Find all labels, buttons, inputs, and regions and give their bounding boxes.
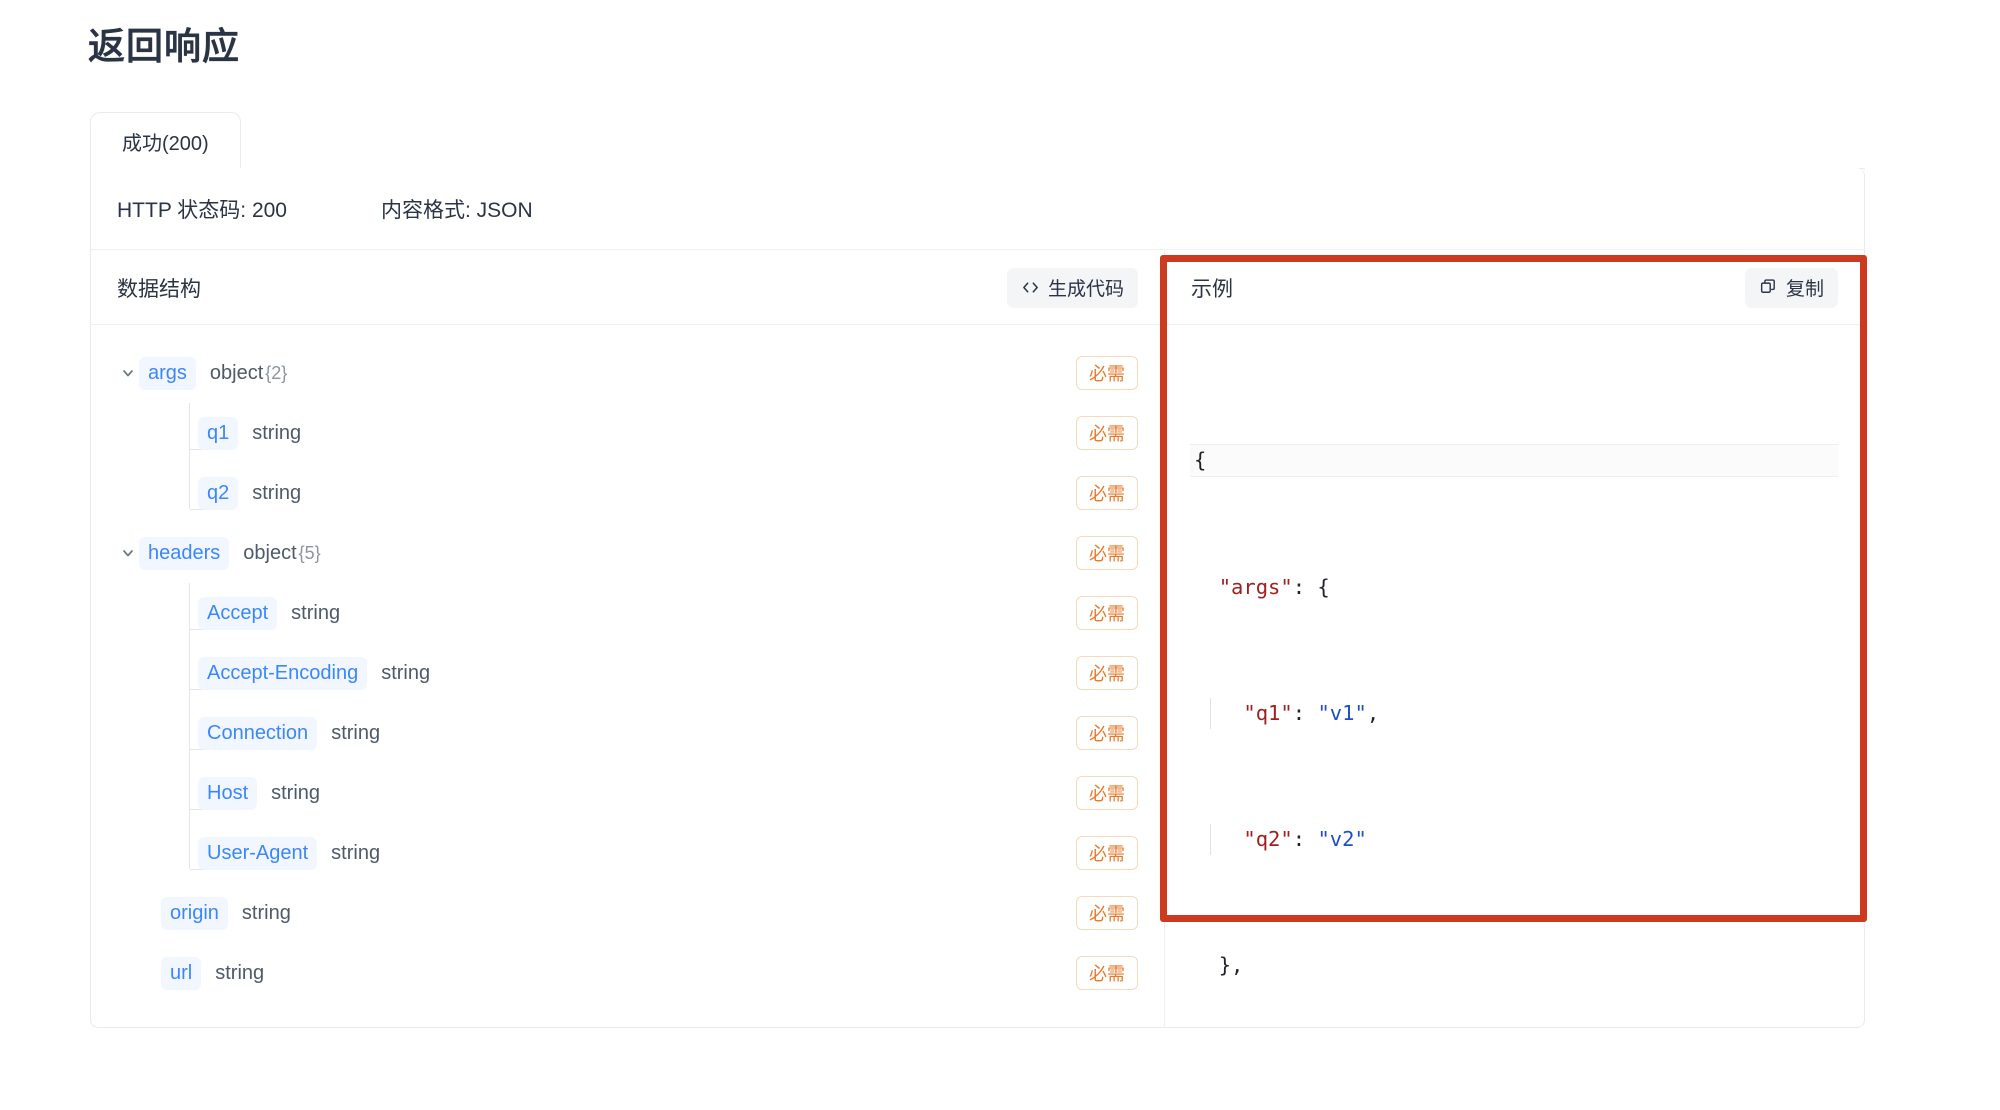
schema-row-headers[interactable]: headers object {5} 必需 [91, 523, 1164, 583]
tab-label: 成功(200) [122, 127, 209, 156]
example-code-wrap: { "args": { "q1": "v1", "q2": "v2" }, "h… [1192, 349, 1838, 1027]
required-badge: 必需 [1076, 536, 1138, 570]
schema-row-user-agent[interactable]: User-Agent string 必需 [91, 823, 1164, 883]
indent-guide [1210, 824, 1211, 856]
schema-row-q1[interactable]: q1 string 必需 [91, 403, 1164, 463]
schema-row-origin[interactable]: origin string 必需 [91, 883, 1164, 943]
required-badge: 必需 [1076, 356, 1138, 390]
chevron-down-icon[interactable] [117, 362, 139, 384]
required-badge: 必需 [1076, 716, 1138, 750]
schema-title: 数据结构 [117, 273, 201, 303]
chevron-down-icon[interactable] [117, 542, 139, 564]
schema-row-url[interactable]: url string 必需 [91, 943, 1164, 1003]
example-code-block[interactable]: { "args": { "q1": "v1", "q2": "v2" }, "h… [1192, 349, 1838, 1027]
field-name[interactable]: Host [198, 777, 257, 810]
field-type: string [381, 662, 430, 685]
field-type: string [291, 602, 340, 625]
tab-success-200[interactable]: 成功(200) [90, 112, 241, 169]
schema-row-q2[interactable]: q2 string 必需 [91, 463, 1164, 523]
copy-label: 复制 [1786, 274, 1824, 301]
field-name[interactable]: Connection [198, 717, 317, 750]
code-line: { [1190, 444, 1838, 478]
schema-row-connection[interactable]: Connection string 必需 [91, 703, 1164, 763]
content-type-label: 内容格式: JSON [381, 194, 533, 224]
field-name[interactable]: Accept [198, 597, 277, 630]
panel-body: args object {2} 必需 q1 string 必需 [91, 325, 1864, 1027]
example-pane: { "args": { "q1": "v1", "q2": "v2" }, "h… [1164, 325, 1864, 1027]
required-badge: 必需 [1076, 476, 1138, 510]
field-count: {2} [265, 363, 287, 384]
schema-header: 数据结构 生成代码 [91, 250, 1164, 325]
code-line: "args": { [1192, 572, 1838, 604]
field-name[interactable]: q2 [198, 477, 238, 510]
field-name[interactable]: q1 [198, 417, 238, 450]
required-badge: 必需 [1076, 956, 1138, 990]
required-badge: 必需 [1076, 896, 1138, 930]
field-count: {5} [299, 543, 321, 564]
field-type: string [331, 722, 380, 745]
field-name[interactable]: Accept-Encoding [198, 657, 367, 690]
schema-row-args[interactable]: args object {2} 必需 [91, 343, 1164, 403]
field-name[interactable]: args [139, 357, 196, 390]
field-name[interactable]: headers [139, 537, 229, 570]
code-line: }, [1192, 950, 1838, 982]
field-name[interactable]: url [161, 957, 201, 990]
field-type: string [252, 422, 301, 445]
code-line: "q1": "v1", [1192, 698, 1838, 730]
field-type: object [243, 542, 296, 565]
schema-row-accept-encoding[interactable]: Accept-Encoding string 必需 [91, 643, 1164, 703]
example-title: 示例 [1191, 273, 1233, 303]
required-badge: 必需 [1076, 596, 1138, 630]
page-title: 返回响应 [88, 23, 240, 71]
required-badge: 必需 [1076, 836, 1138, 870]
field-name[interactable]: origin [161, 897, 228, 930]
field-type: string [331, 842, 380, 865]
schema-tree-pane: args object {2} 必需 q1 string 必需 [91, 325, 1164, 1027]
field-type: string [252, 482, 301, 505]
field-name[interactable]: User-Agent [198, 837, 317, 870]
required-badge: 必需 [1076, 776, 1138, 810]
code-line: "q2": "v2" [1192, 824, 1838, 856]
schema-row-host[interactable]: Host string 必需 [91, 763, 1164, 823]
copy-icon [1759, 278, 1778, 297]
section-header-row: 数据结构 生成代码 示例 复制 [91, 250, 1864, 325]
required-badge: 必需 [1076, 416, 1138, 450]
indent-guide [1210, 698, 1211, 730]
schema-row-accept[interactable]: Accept string 必需 [91, 583, 1164, 643]
schema-tree: args object {2} 必需 q1 string 必需 [91, 325, 1164, 1003]
field-type: string [271, 782, 320, 805]
http-status-label: HTTP 状态码: 200 [117, 194, 287, 224]
required-badge: 必需 [1076, 656, 1138, 690]
response-meta-row: HTTP 状态码: 200 内容格式: JSON [91, 168, 1864, 250]
field-type: string [215, 962, 264, 985]
generate-code-button[interactable]: 生成代码 [1007, 268, 1138, 308]
response-tabbar: 成功(200) [90, 112, 1865, 169]
copy-button[interactable]: 复制 [1745, 268, 1838, 308]
example-header: 示例 复制 [1164, 250, 1864, 325]
field-type: object [210, 362, 263, 385]
code-brackets-icon [1021, 278, 1040, 297]
response-card: HTTP 状态码: 200 内容格式: JSON 数据结构 生成代码 示例 [90, 168, 1865, 1028]
field-type: string [242, 902, 291, 925]
generate-code-label: 生成代码 [1048, 274, 1124, 301]
